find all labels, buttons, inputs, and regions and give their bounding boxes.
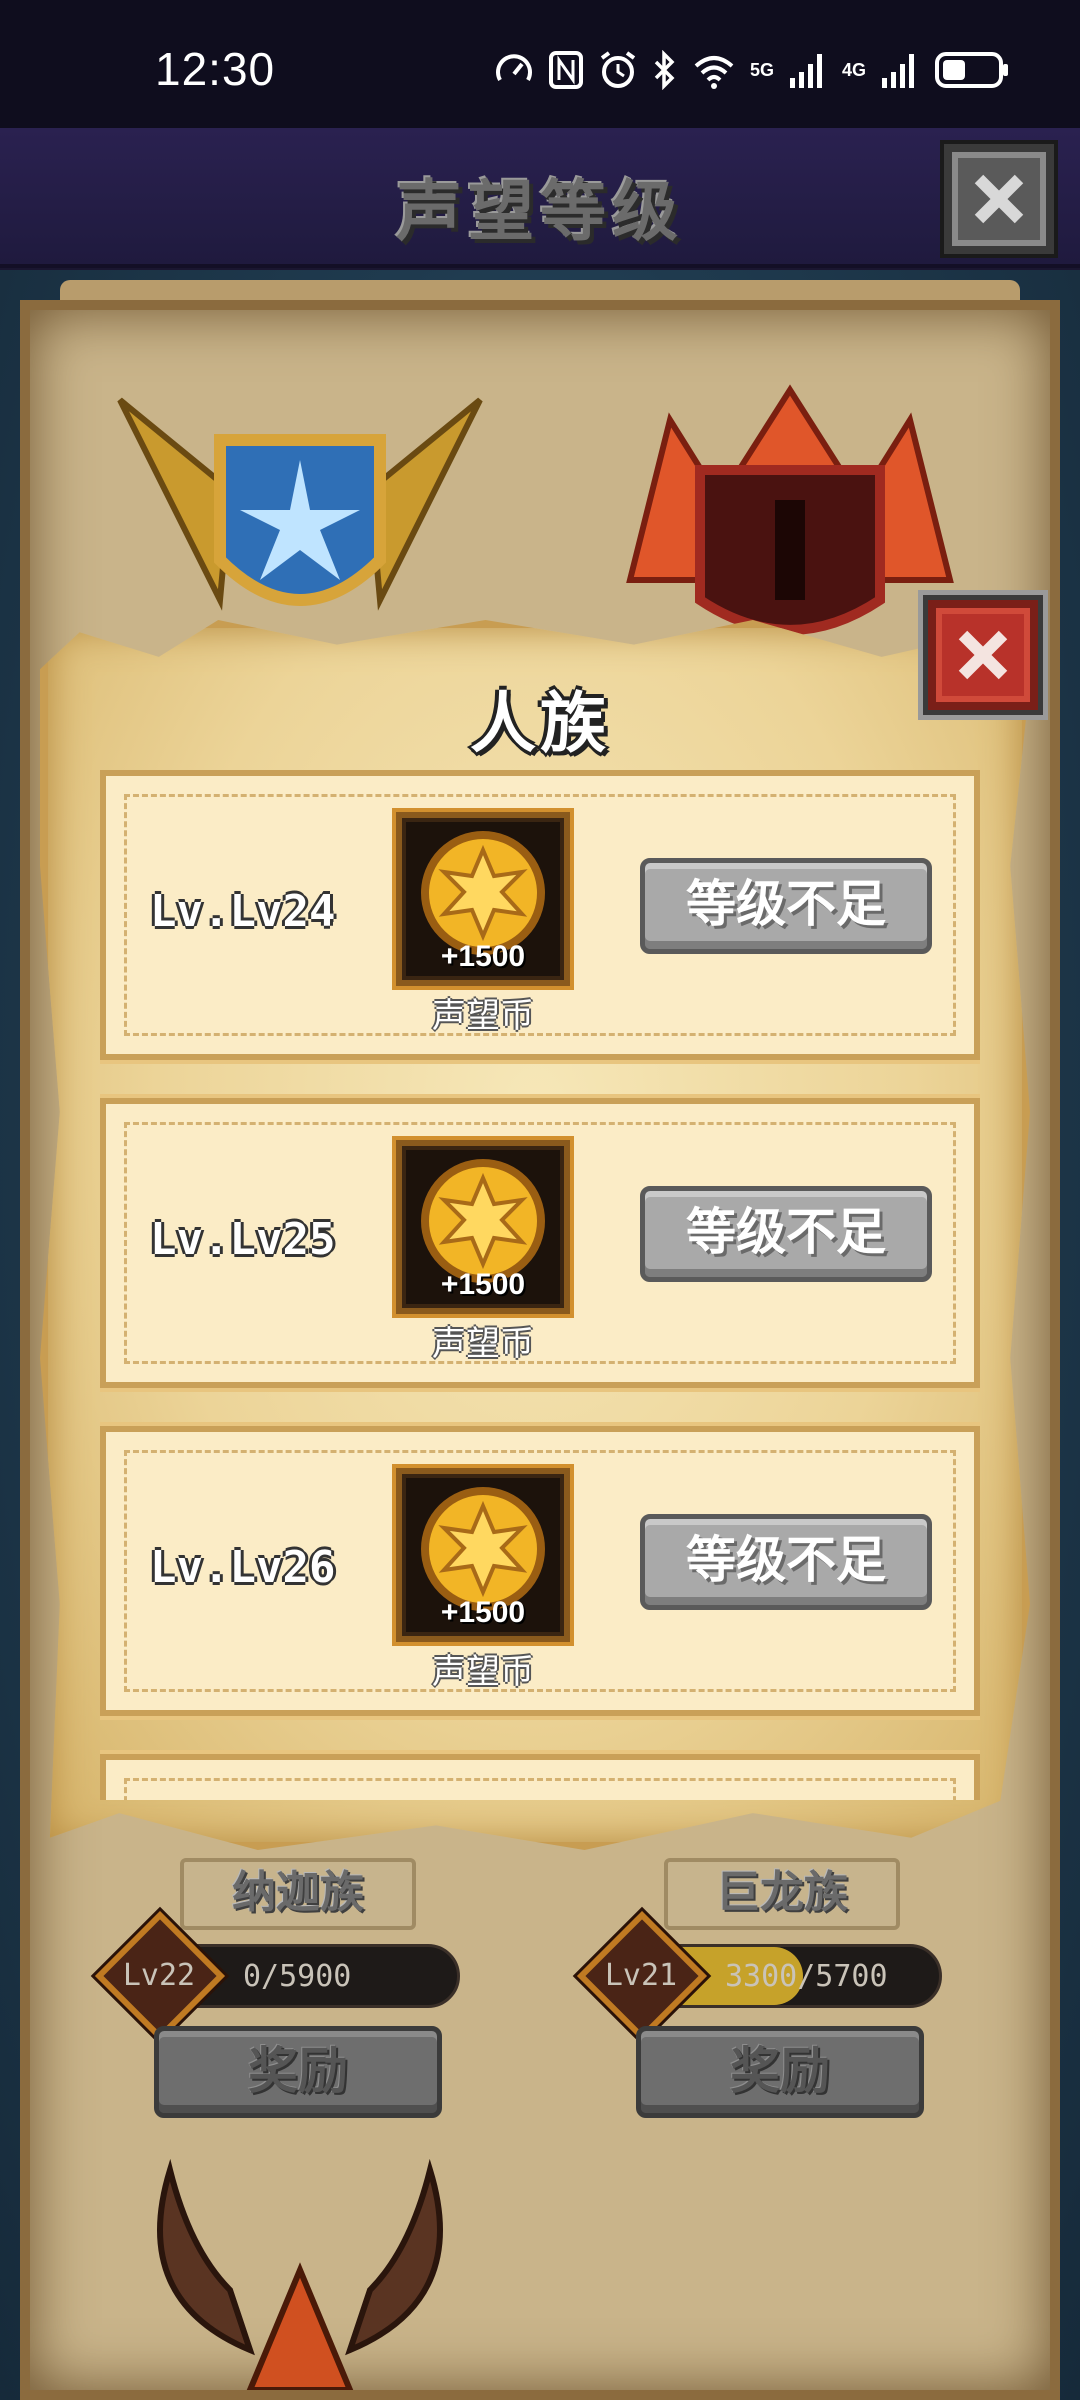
speed-icon [496,54,532,81]
reward-item: +1500 [396,1468,570,1642]
faction-name-dragon: 巨龙族 [664,1858,900,1930]
faction-name-naga: 纳迦族 [180,1858,416,1930]
close-icon [958,630,1008,680]
row-level: Lv.Lv26 [150,1542,336,1593]
signal-icon-2 [882,54,914,88]
reward-amount: +1500 [440,1596,526,1629]
modal-close-button[interactable] [928,600,1038,710]
network-label-2: 4G [841,60,866,80]
signal-icon [789,54,822,88]
status-bar: 12:30 5G 4G [0,0,1080,128]
progress-text: 3300/5700 [725,1959,888,1994]
status-icons: 5G 4G [494,46,1010,94]
reward-row: Lv.Lv25 +1500 声望币 等级不足 [100,1098,980,1388]
network-label-1: 5G [749,60,774,80]
reward-button-dragon[interactable]: 奖励 [636,2026,924,2118]
battery-icon [935,52,1008,88]
reward-row [100,1754,980,1800]
reward-row: Lv.Lv24 +1500 声望币 等级不足 [100,770,980,1060]
reward-button-naga[interactable]: 奖励 [154,2026,442,2118]
close-button[interactable] [944,144,1054,254]
progress-text: 0/5900 [243,1959,352,1994]
coin-icon [421,1487,545,1611]
reward-item: +1500 [396,812,570,986]
row-level: Lv.Lv24 [150,886,336,937]
row-border [124,1778,956,1800]
nfc-icon [548,51,583,89]
claim-button[interactable]: 等级不足 [640,1514,932,1610]
claim-button[interactable]: 等级不足 [640,858,932,954]
level-badge-label: Lv21 [604,1958,678,1993]
reward-list[interactable]: Lv.Lv24 +1500 声望币 等级不足 Lv.Lv25 +1500 声望币… [100,770,980,1800]
modal-title: 人族 [470,685,610,762]
header-bar: 声望等级 [0,128,1080,268]
orc-faction-emblem [626,384,954,635]
coin-icon [421,1159,545,1283]
claim-button[interactable]: 等级不足 [640,1186,932,1282]
reward-label: 声望币 [432,1324,534,1364]
reward-amount: +1500 [440,940,526,973]
human-faction-emblem [117,397,483,611]
level-badge-label: Lv22 [122,1958,196,1993]
reward-label: 声望币 [432,1652,534,1692]
reward-item: +1500 [396,1140,570,1314]
reward-label: 声望币 [432,996,534,1036]
demon-faction-emblem [157,2158,443,2390]
alarm-icon [600,51,636,88]
reward-amount: +1500 [440,1268,526,1301]
bluetooth-icon [654,50,675,90]
wifi-icon [694,56,734,89]
close-icon [974,174,1024,224]
coin-icon [421,831,545,955]
page-title: 声望等级 [396,173,684,250]
row-level: Lv.Lv25 [150,1214,336,1265]
status-time: 12:30 [155,43,276,95]
reward-row: Lv.Lv26 +1500 声望币 等级不足 [100,1426,980,1716]
